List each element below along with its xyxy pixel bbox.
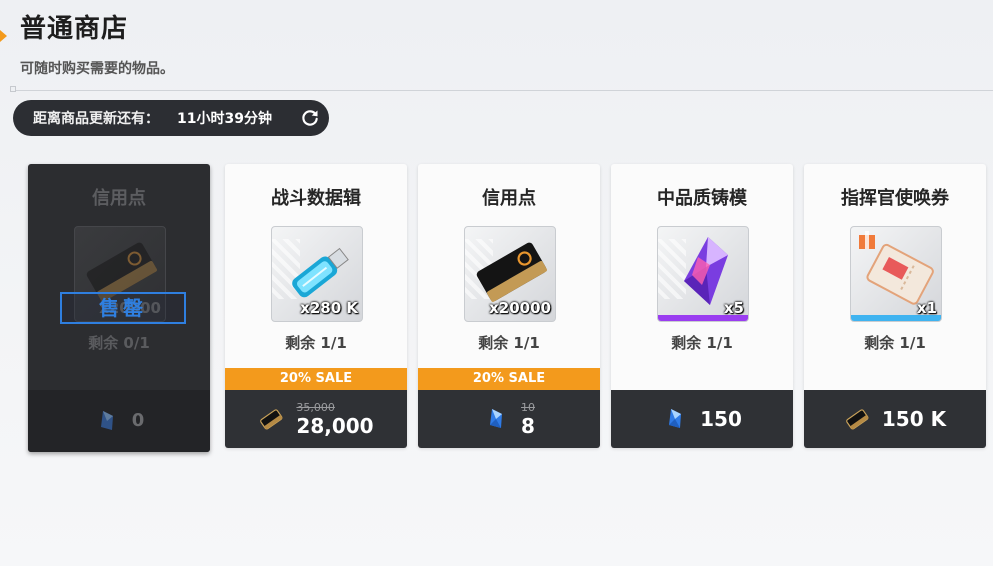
shop-item-card-commander-ticket[interactable]: 指挥官使唤券 x1 剩余 1/1 150 K [804, 164, 986, 448]
item-image-frame: x5 [657, 226, 749, 322]
credit-card-icon [846, 409, 869, 430]
refresh-timer: 距离商品更新还有： 11小时39分钟 [13, 100, 329, 136]
item-original-price: 35,000 [296, 401, 335, 414]
item-price: 8 [521, 414, 535, 438]
item-name: 指挥官使唤券 [841, 188, 949, 209]
sale-banner: 20% SALE [225, 368, 407, 390]
page-title: 普通商店 [20, 14, 129, 44]
price-bar: 0 [28, 390, 210, 452]
price-bar: 10 8 [418, 390, 600, 448]
title-accent-marker [0, 30, 7, 42]
item-price: 150 K [881, 407, 947, 431]
sale-banner: 20% SALE [418, 368, 600, 390]
item-price: 28,000 [296, 414, 374, 438]
shop-item-card-credits-sold[interactable]: 信用点 x20000 售罄 剩余 0/1 0 [28, 164, 210, 452]
price-bar: 150 K [804, 390, 986, 448]
item-remaining: 剩余 1/1 [671, 334, 733, 352]
item-image-frame: x1 [850, 226, 942, 322]
item-price: 0 [131, 410, 145, 431]
item-name: 中品质铸模 [657, 188, 747, 209]
item-remaining: 剩余 0/1 [88, 334, 150, 352]
shop-item-card-mold[interactable]: 中品质铸模 x5 剩余 1/1 150 [611, 164, 793, 448]
item-original-price: 10 [521, 401, 535, 414]
price-bar: 35,000 28,000 [225, 390, 407, 448]
item-quantity: x1 [916, 299, 937, 317]
item-quantity: x280 K [300, 299, 358, 317]
divider-marker [10, 86, 16, 92]
item-remaining: 剩余 1/1 [285, 334, 347, 352]
refresh-icon[interactable] [300, 108, 320, 128]
page-subtitle: 可随时购买需要的物品。 [20, 61, 174, 77]
gem-icon [490, 409, 502, 428]
refresh-timer-label: 距离商品更新还有： [33, 111, 159, 127]
item-name: 战斗数据辑 [271, 188, 361, 209]
shop-item-card-credits[interactable]: 信用点 x20000 剩余 1/1 20% SALE 10 8 [418, 164, 600, 448]
item-remaining: 剩余 1/1 [478, 334, 540, 352]
shop-item-card-combat-data[interactable]: 战斗数据辑 x280 K 剩余 1/1 20% SALE 35,000 28,0… [225, 164, 407, 448]
gem-icon [669, 409, 682, 428]
refresh-timer-value: 11小时39分钟 [177, 111, 272, 127]
credit-card-icon [260, 409, 284, 430]
item-remaining: 剩余 1/1 [864, 334, 926, 352]
item-name: 信用点 [92, 188, 146, 209]
header-divider [10, 90, 993, 91]
sold-out-badge: 售罄 [60, 292, 186, 324]
item-name: 信用点 [482, 188, 536, 209]
item-image-frame: x20000 [464, 226, 556, 322]
item-price: 150 [700, 407, 742, 431]
gem-icon [100, 411, 113, 430]
price-bar: 150 [611, 390, 793, 448]
item-quantity: x5 [723, 299, 744, 317]
item-quantity: x20000 [489, 299, 551, 317]
item-image-frame: x280 K [271, 226, 363, 322]
